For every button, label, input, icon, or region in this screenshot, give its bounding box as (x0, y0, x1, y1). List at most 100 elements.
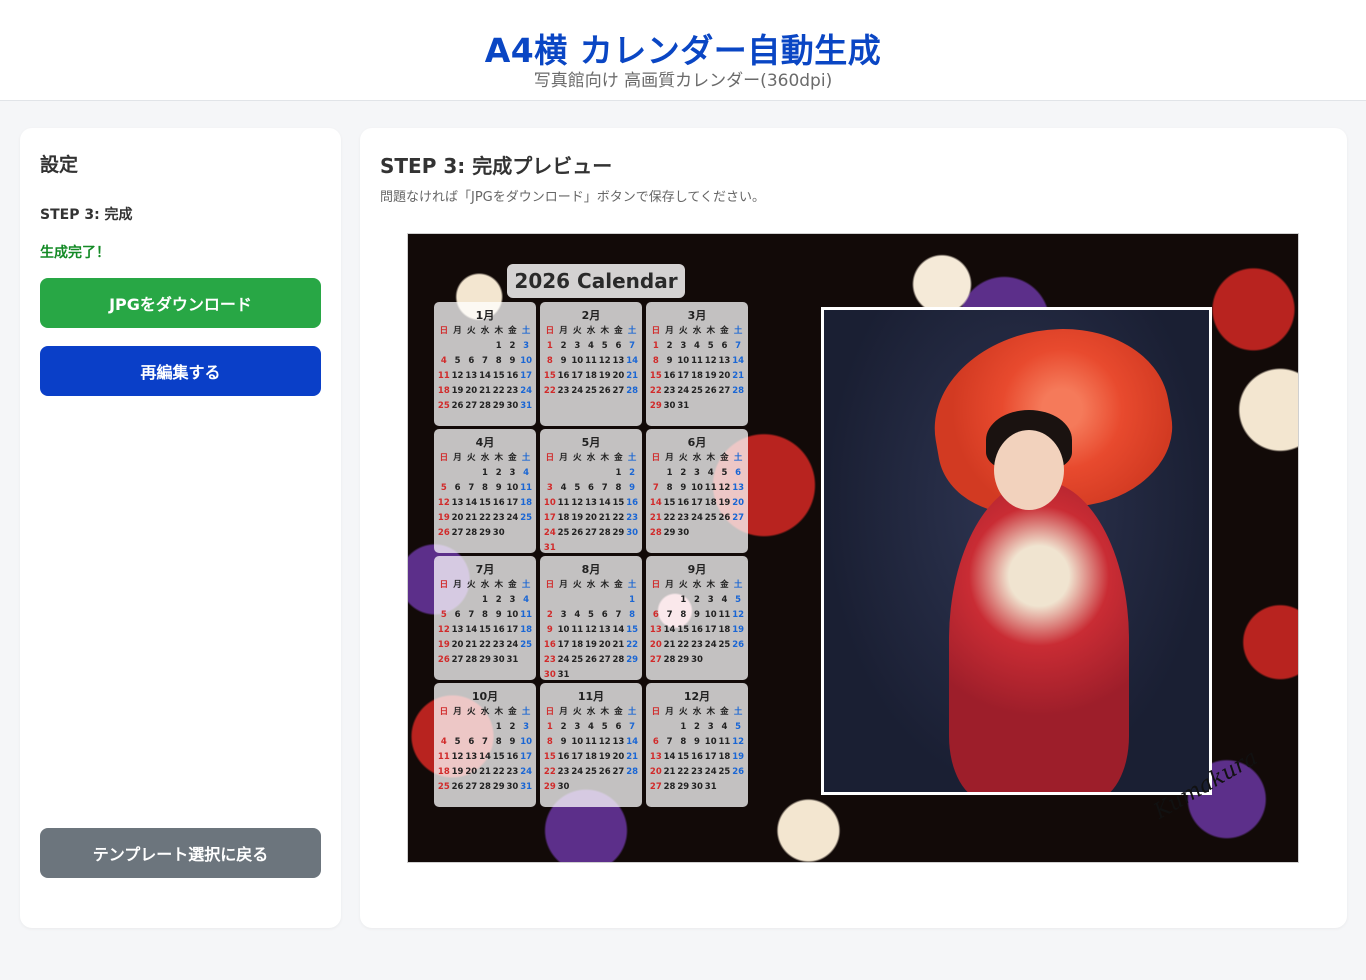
weekday-header: 火 (467, 580, 476, 590)
calendar-day: 5 (721, 468, 728, 478)
calendar-month: 6月日月火水木金土 1 2 3 4 5 6 7 8 9 10 11 12 13 14 15 16 17 18 19 20… (646, 429, 748, 553)
calendar-day: 9 (680, 483, 687, 493)
preview-title: STEP 3: 完成プレビュー (380, 154, 613, 178)
calendar-day: 1 (495, 341, 502, 351)
calendar-day: 31 (557, 670, 570, 680)
weekday-header: 火 (573, 707, 582, 717)
calendar-day: 12 (598, 356, 611, 366)
calendar-day: 23 (691, 767, 703, 777)
kimono-shape (949, 480, 1129, 792)
weekday-header: 火 (679, 580, 688, 590)
calendar-day: 10 (557, 625, 570, 635)
calendar-month: 12月日月火水木金土 1 2 3 4 5 6 7 8 9 10 11 12 13 14 15 16 17 18 19 2… (646, 683, 748, 807)
calendar-day: 6 (735, 468, 742, 478)
calendar-day: 22 (543, 767, 556, 777)
calendar-day: 10 (691, 483, 703, 493)
calendar-day: 12 (451, 752, 464, 762)
blank-day (649, 722, 663, 733)
calendar-month: 10月日月火水木金土 1 2 3 4 5 6 7 8 9 10 11 12 13 14 15 16 17 18 19 2… (434, 683, 536, 807)
weekday-header: 金 (720, 326, 729, 336)
calendar-day: 27 (585, 528, 597, 538)
calendar-day: 6 (468, 737, 475, 747)
month-grid: 日月火水木金土 1 2 3 4 5 6 7 8 9 10 11 12 13 14 15 16 17 18 19 20 21… (437, 707, 533, 793)
calendar-day: 26 (437, 528, 450, 538)
blank-day (464, 722, 478, 733)
calendar-day: 28 (612, 655, 625, 665)
calendar-day: 13 (451, 498, 464, 508)
calendar-day: 6 (454, 610, 461, 620)
calendar-day: 28 (663, 655, 676, 665)
reedit-button[interactable]: 再編集する (40, 346, 321, 396)
calendar-day: 3 (546, 483, 553, 493)
calendar-day: 22 (677, 767, 690, 777)
weekday-header: 月 (453, 707, 462, 717)
calendar-day: 4 (721, 595, 728, 605)
calendar-day: 24 (557, 655, 570, 665)
calendar-day: 8 (482, 610, 488, 620)
calendar-day: 12 (598, 737, 611, 747)
weekday-header: 月 (453, 453, 462, 463)
weekday-header: 金 (720, 453, 729, 463)
calendar-day: 18 (437, 386, 450, 396)
download-jpg-button[interactable]: JPGをダウンロード (40, 278, 321, 328)
calendar-month: 4月日月火水木金土 1 2 3 4 5 6 7 8 9 10 11 12 13 14 15 16 17 18 19 20… (434, 429, 536, 553)
calendar-day: 17 (520, 371, 533, 381)
calendar-day: 1 (666, 468, 673, 478)
calendar-day: 29 (492, 782, 505, 792)
calendar-day: 25 (571, 655, 584, 665)
calendar-day: 1 (680, 595, 687, 605)
calendar-day: 3 (707, 722, 714, 732)
weekday-header: 水 (586, 707, 596, 717)
app-subtitle: 写真館向け 高画質カレンダー(360dpi) (533, 71, 833, 91)
calendar-day: 4 (588, 722, 594, 732)
calendar-day: 3 (694, 468, 700, 478)
blank-day (649, 468, 663, 479)
weekday-header: 木 (494, 326, 503, 336)
calendar-day: 13 (718, 356, 731, 366)
app-title: A4横 カレンダー自動生成 (484, 31, 882, 70)
calendar-day: 17 (704, 752, 717, 762)
calendar-day: 16 (626, 498, 639, 508)
blank-day (612, 595, 626, 606)
calendar-day: 8 (495, 356, 502, 366)
calendar-day: 4 (588, 341, 594, 351)
calendar-day: 5 (707, 341, 714, 351)
weekday-header: 土 (627, 580, 637, 590)
calendar-day: 6 (615, 341, 622, 351)
calendar-day: 27 (451, 528, 464, 538)
calendar-day: 20 (465, 386, 478, 396)
calendar-day: 28 (479, 401, 491, 411)
month-grid: 日月火水木金土 1 2 3 4 5 6 7 8 9 10 11 12 13 14 15 16 17 18 19 20 21… (543, 707, 639, 793)
calendar-day: 24 (571, 386, 584, 396)
calendar-day: 20 (649, 640, 662, 650)
calendar-day: 26 (598, 767, 611, 777)
calendar-day: 20 (598, 640, 611, 650)
calendar-day: 1 (629, 595, 636, 605)
calendar-day: 29 (543, 782, 556, 792)
calendar-day: 27 (612, 386, 625, 396)
calendar-day: 25 (585, 386, 597, 396)
calendar-day: 16 (677, 498, 690, 508)
calendar-day: 10 (571, 737, 584, 747)
calendar-day: 5 (588, 610, 594, 620)
weekday-header: 木 (600, 326, 609, 336)
calendar-day: 10 (677, 356, 690, 366)
calendar-day: 7 (468, 483, 475, 493)
calendar-day: 4 (574, 610, 581, 620)
calendar-day: 7 (468, 610, 475, 620)
calendar-day: 3 (680, 341, 687, 351)
calendar-day: 4 (523, 468, 530, 478)
calendar-day: 25 (691, 386, 703, 396)
weekday-header: 土 (521, 707, 531, 717)
calendar-day: 3 (560, 610, 567, 620)
calendar-day: 7 (601, 483, 608, 493)
blank-day (451, 595, 465, 606)
month-name: 4月 (475, 436, 495, 449)
back-to-template-button[interactable]: テンプレート選択に戻る (40, 828, 321, 878)
weekday-header: 土 (733, 707, 743, 717)
calendar-day: 14 (663, 625, 676, 635)
weekday-header: 金 (614, 453, 623, 463)
calendar-day: 27 (718, 386, 731, 396)
month-name: 3月 (687, 309, 707, 322)
month-grid: 日月火水木金土 1 2 3 4 5 6 7 8 9 10 11 12 13 14 15 16 17 18 19 20 21… (437, 453, 533, 539)
